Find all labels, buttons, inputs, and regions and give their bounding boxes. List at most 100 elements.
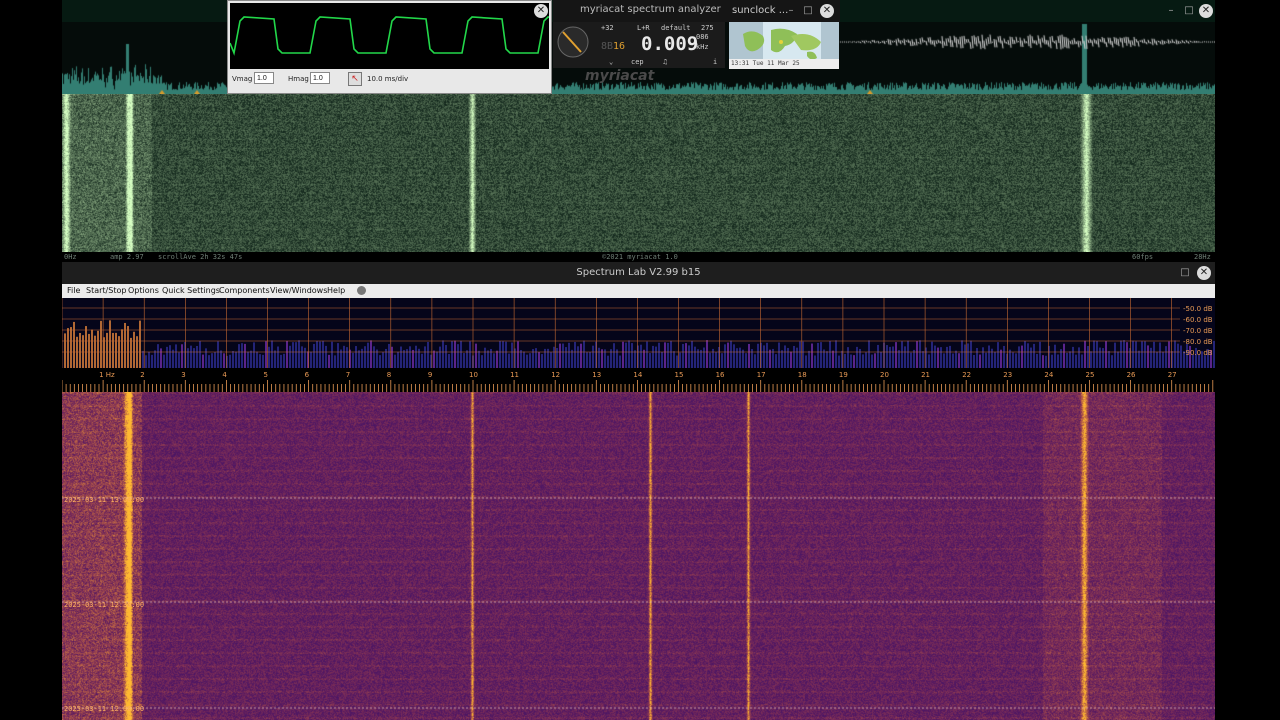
spectrum-bar [556,347,558,368]
spectrum-bar [946,346,948,368]
spectrum-bar [76,336,78,368]
vmag-input[interactable] [254,72,274,84]
spectrum-bar [550,352,552,368]
spectrumlab-close-icon[interactable]: ✕ [1197,266,1211,280]
spectrum-bar [682,343,684,368]
spectrum-bar [151,354,153,368]
sunclock-close-icon[interactable]: ✕ [820,4,834,18]
db-label: -50.0 dB [1183,305,1213,313]
myriacat-knob-icon[interactable] [555,24,591,60]
spectrum-bar [1018,346,1020,368]
spectrum-bar [877,344,879,368]
sunclock-maximize-icon[interactable]: □ [801,4,815,18]
spectrum-bar [1138,350,1140,368]
menu-help[interactable]: Help [327,286,345,295]
spectrum-bar [694,346,696,368]
spectrum-bar [907,340,909,368]
spectrumlab-waterfall[interactable] [62,392,1215,720]
spectrum-bar [211,353,213,368]
spectrum-bar [706,340,708,368]
spectrumlab-frequency-scale[interactable]: 1 Hz 2 3 4 5 6 7 8 9 10 11 12 13 14 15 16 17 18 19 20 21 22 23… [62,368,1215,392]
ctrl-preset[interactable]: default [661,24,691,32]
menu-startstop[interactable]: Start/Stop [86,286,126,295]
hmag-input[interactable] [310,72,330,84]
spectrum-bar [100,320,102,368]
spectrum-bar [1105,341,1107,368]
spectrumlab-spectrum-plot[interactable]: -50.0 dB -60.0 dB -70.0 dB -80.0 dB -90.0 dB [62,298,1215,368]
spectrum-bar [1057,354,1059,368]
spectrum-bar [676,355,678,368]
spectrum-bar [460,340,462,368]
spectrum-bar [1036,353,1038,368]
spectrum-bar [1111,355,1113,368]
spectrumlab-maximize-icon[interactable]: □ [1178,266,1192,280]
spectrumlab-titlebar[interactable]: Spectrum Lab V2.99 b15 □ ✕ [62,262,1215,284]
myriacat-waterfall[interactable] [62,94,1215,252]
menu-file[interactable]: File [67,286,80,295]
spectrum-bar [394,354,396,368]
freq-label: 4 [222,371,227,379]
spectrum-bar [1033,343,1035,368]
spectrum-bar [319,341,321,368]
spectrum-bar [853,355,855,368]
spectrum-bar [1126,342,1128,368]
myriacat-maximize-icon[interactable]: □ [1182,4,1196,18]
spectrum-bar [808,350,810,368]
freq-label: 23 [1003,371,1012,379]
record-indicator-icon[interactable] [357,286,366,295]
spectrum-bar [256,351,258,368]
ctrl-btn-c[interactable]: ♫ [663,58,667,66]
spectrum-bar [334,355,336,368]
myriacat-minimize-icon[interactable]: – [1164,4,1178,18]
spectrum-bar [484,347,486,368]
menu-components[interactable]: Components [219,286,270,295]
spectrum-bar [634,350,636,368]
spectrum-bar [886,345,888,368]
spectrum-bar [91,329,93,368]
spectrum-bar [1204,355,1206,368]
menu-view-windows[interactable]: View/Windows [270,286,327,295]
ctrl-btn-b[interactable]: cep [631,58,644,66]
spectrum-bar [235,351,237,368]
spectrum-bar [253,342,255,368]
spectrum-bar [928,354,930,368]
spectrum-bar [1027,343,1029,368]
ctrl-channel[interactable]: L+R [637,24,650,32]
ctrl-btn-a[interactable]: ⌄ [609,58,613,66]
spectrum-bar [403,350,405,368]
spectrum-bar [652,345,654,368]
spectrum-bar [382,352,384,368]
spectrum-bar [781,350,783,368]
spectrum-bar [1150,347,1152,368]
freq-label: 14 [633,371,642,379]
spectrum-bar [1093,340,1095,368]
spectrum-bar [607,355,609,368]
menu-quick-settings[interactable]: Quick Settings [162,286,220,295]
scope-close-icon[interactable]: ✕ [534,4,548,18]
spectrum-bar [625,342,627,368]
spectrum-bar [661,351,663,368]
spectrum-bar [325,345,327,368]
vmag-label: Vmag [232,75,253,83]
freq-label: 16 [716,371,725,379]
spectrum-bar [1123,340,1125,368]
spectrum-bar [748,343,750,368]
spectrum-bar [463,353,465,368]
spectrum-bar [622,341,624,368]
spectrum-bar [571,349,573,368]
spectrum-bar [451,341,453,368]
spectrum-bar [427,341,429,368]
cursor-tool-icon[interactable]: ↖ [348,72,362,86]
myriacat-close-icon[interactable]: ✕ [1199,4,1213,18]
spectrum-bar [1090,351,1092,368]
sunclock-minimize-icon[interactable]: – [784,4,798,18]
spectrum-bar [292,342,294,368]
menu-options[interactable]: Options [128,286,159,295]
ctrl-btn-d[interactable]: i [713,58,717,66]
ctrl-gain[interactable]: +32 [601,24,614,32]
spectrum-bar [163,354,165,368]
spectrum-bar [958,353,960,368]
spectrum-bar [832,350,834,368]
spectrum-bar [409,346,411,368]
spectrum-bar [67,328,69,368]
